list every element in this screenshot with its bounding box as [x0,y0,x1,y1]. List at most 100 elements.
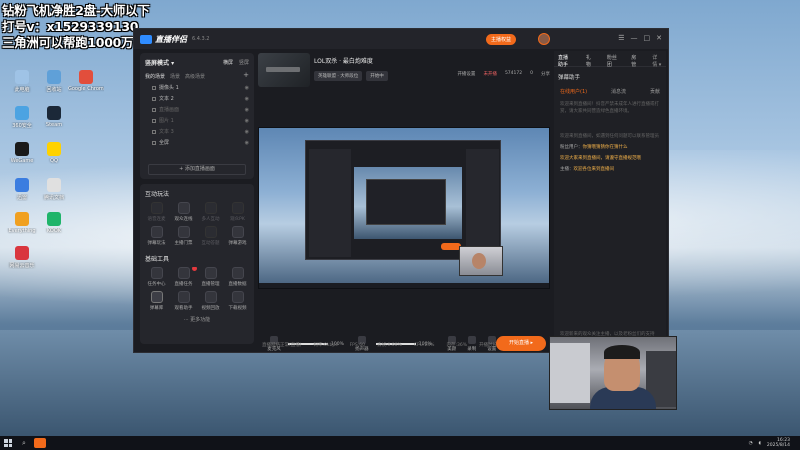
details-dropdown[interactable]: 详情 ▾ [652,54,662,68]
stream-preview[interactable] [258,127,550,289]
tab-gifts[interactable]: 礼物 [586,54,593,68]
visibility-eye-icon[interactable]: ◉ [245,107,249,113]
user-avatar[interactable] [538,33,550,45]
desktop-icon[interactable]: WeGame [4,142,40,164]
source-row[interactable]: 直播画面 ◉ [140,104,254,115]
stream-settings-link[interactable]: 开播设置 [457,71,475,77]
tab-live-helper[interactable]: 直播助手 [558,54,572,68]
visibility-eye-icon[interactable]: ◉ [245,129,249,135]
search-icon[interactable]: ⌕ [22,439,26,448]
add-source-button[interactable]: + 添加直播画面 [148,164,246,175]
source-row[interactable]: 全屏 ◉ [140,137,254,148]
close-icon[interactable]: ✕ [656,35,662,42]
desktop-icon[interactable]: Everything [4,212,40,234]
source-checkbox[interactable] [152,118,156,123]
chat-message: 粉丝用户：你猜哦猜猜你在猜什么 [554,142,666,153]
stream-stats: 开播设置 未开播 574172 0 分享 [457,71,550,77]
desktop-icon[interactable]: QQ [36,142,72,164]
viewer-count: 574172 [504,71,523,76]
source-row[interactable]: 文本 2 ◉ [140,93,254,104]
nested-right-panel [466,149,499,257]
maximize-icon[interactable]: □ [644,35,651,42]
desktop-app-icon [15,246,29,260]
visibility-eye-icon[interactable]: ◉ [245,96,249,102]
more-features-link[interactable]: ··· 更多功能 [140,316,254,323]
visibility-eye-icon[interactable]: ◉ [245,140,249,146]
desktop-icon[interactable]: KOOK [36,212,72,234]
tool-button[interactable]: 互动答题 [197,226,224,246]
volume-icon[interactable]: ◖ [759,441,761,446]
taskbar-live-companion-icon[interactable] [33,438,46,448]
minimize-icon[interactable]: — [631,35,638,42]
desktop-icon[interactable]: 网易云音乐 [4,246,40,269]
tab-online-users[interactable]: 在线用户(1) [560,88,587,95]
tool-button[interactable]: 观众PK [224,202,251,222]
menu-icon[interactable]: ☰ [618,35,624,42]
tool-button[interactable]: 主播门票 [170,226,197,246]
tool-button[interactable]: 视频回放 [197,291,224,311]
tab-portrait[interactable]: 竖屏 [239,59,249,66]
tool-button[interactable]: 直播管理 [197,267,224,287]
tab-landscape[interactable]: 横屏 [223,59,233,66]
tool-icon [177,202,190,214]
source-checkbox[interactable] [152,96,156,101]
source-row[interactable]: 摄像头 1 ◉ [140,82,254,93]
desktop-icon[interactable]: 回收站 [36,70,72,93]
source-checkbox[interactable] [152,129,156,134]
tool-button[interactable]: 语音连麦 [143,202,170,222]
tool-button[interactable]: 任务中心 [143,267,170,287]
source-checkbox[interactable] [152,140,156,145]
desktop-icon-label: 网易云音乐 [9,263,35,269]
desktop-icon-label: 腾讯文档 [43,195,64,201]
tab-contribution[interactable]: 贡献 [650,88,660,95]
start-button[interactable] [4,439,12,447]
tab-room-admin[interactable]: 房管 [631,54,638,68]
scene-mode-dropdown[interactable]: 竖屏模式 ▾ [145,58,174,67]
tool-button[interactable]: 弹幕游戏 [224,226,251,246]
wifi-icon[interactable]: ◔ [749,441,753,446]
chat-user[interactable]: 主播： [560,167,574,172]
taskbar-clock[interactable]: 16:23 2025/8/14 [767,438,790,448]
tool-button[interactable]: 弹幕玩法 [143,226,170,246]
like-count: 0 [530,71,533,76]
source-name: 直播画面 [159,107,180,113]
tab-my-scenes[interactable]: 我的场景 [145,73,165,80]
tab-fan-club[interactable]: 粉丝团 [607,54,617,68]
tool-button[interactable]: 观看助手 [170,291,197,311]
tool-icon [231,291,244,303]
source-checkbox[interactable] [152,85,156,90]
source-row[interactable]: 文本 3 ◉ [140,126,254,137]
preview-desktop-capture [259,128,549,288]
tool-button[interactable]: 直播数据 [224,267,251,287]
tool-button[interactable]: 弹幕库 [143,291,170,311]
desktop-icon[interactable]: 此电脑 [4,70,40,93]
stream-category-tag[interactable]: 英雄联盟 · 大师段位 [314,71,363,81]
share-link[interactable]: 分享 [541,71,550,77]
desktop-icon[interactable]: Google Chrome [68,70,104,92]
source-checkbox[interactable] [152,107,156,112]
desktop-icon[interactable]: 迅雷 [4,178,40,201]
tool-button[interactable]: 下载视频 [224,291,251,311]
desktop-icon[interactable]: Steam [36,106,72,128]
tab-scenes[interactable]: 场景 [170,73,180,80]
chat-message: 欢迎大家来到直播间，请遵守直播规范哦 [554,153,666,164]
chat-user[interactable]: 粉丝用户： [560,145,583,150]
desktop-icon[interactable]: 360安全 [4,106,40,129]
tool-icon [150,202,163,214]
tool-button[interactable]: 多人互动 [197,202,224,222]
tool-button[interactable]: 直播任务 [170,267,197,287]
stream-title[interactable]: LOL双杀 · 最白炮难度 [314,56,373,65]
source-row[interactable]: 图片 1 ◉ [140,115,254,126]
tool-label: 观众连线 [174,217,193,222]
anchor-rights-button[interactable]: 主播权益 [486,34,517,45]
chat-notice: 欢迎来到直播间！抖音严禁未成年人进行直播或打赏，请大家共同营造绿色直播环境。 [560,102,659,114]
visibility-eye-icon[interactable]: ◉ [245,118,249,124]
tab-message-stream[interactable]: 消息流 [611,88,626,95]
tool-button[interactable]: 观众连线 [170,202,197,222]
desktop-icon[interactable]: 腾讯文档 [36,178,72,201]
stream-cover-thumbnail[interactable] [258,53,310,87]
tab-advanced-scenes[interactable]: 高级场景 [185,73,205,80]
status-item: 直播网络正常(直播) [262,343,302,348]
visibility-eye-icon[interactable]: ◉ [245,85,249,91]
add-scene-icon[interactable]: + [243,72,249,80]
